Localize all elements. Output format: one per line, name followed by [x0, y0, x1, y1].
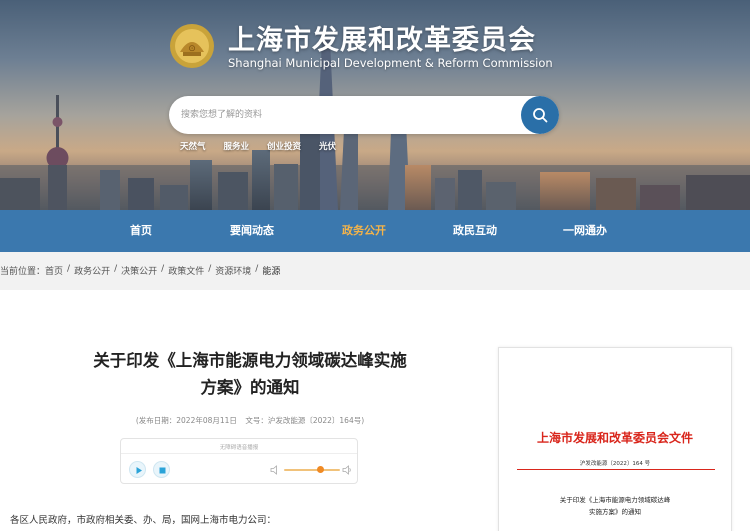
- volume-slider-track[interactable]: [284, 469, 340, 471]
- document-number: 文号：沪发改能源〔2022〕164号): [245, 416, 365, 425]
- publish-date: (发布日期：2022年08月11日: [135, 416, 237, 425]
- breadcrumb-bar: 当前位置： 首页 / 政务公开 / 决策公开 / 政策文件 / 资源环境 / 能…: [0, 252, 750, 290]
- breadcrumb-separator: /: [208, 264, 212, 274]
- article-title: 关于印发《上海市能源电力领域碳达峰实施 方案》的通知: [40, 347, 460, 401]
- volume-high-icon: [342, 465, 351, 475]
- hot-word-link[interactable]: 创业投资: [267, 140, 301, 152]
- search-button[interactable]: [521, 96, 559, 134]
- breadcrumb-separator: /: [161, 264, 165, 274]
- svg-text:⊙: ⊙: [188, 44, 196, 54]
- hot-search-words: 天然气 服务业 创业投资 光伏: [180, 140, 336, 152]
- government-emblem-icon: ⊙: [170, 24, 214, 68]
- audio-player: 无障碍语音播报: [120, 438, 358, 484]
- document-preview-head: 上海市发展和改革委员会文件: [536, 431, 693, 445]
- document-preview-title-line: 实施方案》的通知: [589, 508, 641, 516]
- breadcrumb-item-home[interactable]: 首页: [45, 264, 63, 277]
- breadcrumb-separator: /: [67, 264, 71, 274]
- nav-item-government-affairs[interactable]: 政务公开: [342, 210, 386, 252]
- nav-item-news[interactable]: 要闻动态: [230, 210, 274, 252]
- nav-item-interaction[interactable]: 政民互动: [453, 210, 497, 252]
- breadcrumb-item-policy-files[interactable]: 政策文件: [168, 264, 204, 277]
- volume-slider-handle[interactable]: [317, 466, 325, 473]
- audio-label: 无障碍语音播报: [219, 445, 259, 451]
- audio-divider: [121, 453, 357, 454]
- breadcrumb-separator: /: [114, 264, 118, 274]
- document-preview-title-line: 关于印发《上海市能源电力领域碳达峰: [559, 496, 671, 504]
- breadcrumb-item-resources-environment[interactable]: 资源环境: [215, 264, 251, 277]
- hot-word-link[interactable]: 服务业: [224, 140, 250, 152]
- header-banner: ⊙ 上海市发展和改革委员会 Shanghai Municipal Develop…: [0, 0, 750, 210]
- hot-word-link[interactable]: 天然气: [180, 140, 206, 152]
- play-button[interactable]: [129, 461, 146, 478]
- article-title-line: 关于印发《上海市能源电力领域碳达峰实施: [93, 351, 407, 370]
- breadcrumb-prefix: 当前位置：: [0, 267, 46, 277]
- volume-low-icon: [270, 465, 277, 475]
- main-nav: 首页 要闻动态 政务公开 政民互动 一网通办: [0, 210, 750, 252]
- search-box: [169, 96, 559, 134]
- site-title: 上海市发展和改革委员会: [228, 25, 536, 56]
- article-body-first-line: 各区人民政府，市政府相关委、办、局，国网上海市电力公司：: [10, 515, 277, 526]
- article-title-line: 方案》的通知: [200, 378, 300, 397]
- hot-word-link[interactable]: 光伏: [319, 140, 336, 152]
- breadcrumb-separator: /: [255, 264, 259, 274]
- breadcrumb: 当前位置： 首页 / 政务公开 / 决策公开 / 政策文件 / 资源环境 / 能…: [0, 264, 280, 277]
- play-icon: [136, 467, 142, 474]
- site-subtitle: Shanghai Municipal Development & Reform …: [228, 56, 553, 70]
- stop-icon: [159, 467, 166, 474]
- nav-item-online-services[interactable]: 一网通办: [563, 210, 607, 252]
- document-preview-red-rule: [517, 469, 715, 470]
- document-preview-number: 沪发改能源〔2022〕164 号: [579, 461, 651, 467]
- breadcrumb-item-energy: 能源: [262, 267, 281, 277]
- nav-item-home[interactable]: 首页: [130, 210, 152, 252]
- breadcrumb-item-decisions[interactable]: 决策公开: [121, 264, 157, 277]
- stop-button[interactable]: [153, 461, 170, 478]
- breadcrumb-item-government-affairs[interactable]: 政务公开: [74, 264, 110, 277]
- search-icon: [533, 108, 548, 123]
- publish-info: (发布日期：2022年08月11日 文号：沪发改能源〔2022〕164号): [40, 415, 460, 426]
- document-preview[interactable]: 上海市发展和改革委员会文件 沪发改能源〔2022〕164 号 关于印发《上海市能…: [498, 347, 732, 531]
- search-input[interactable]: [181, 96, 511, 134]
